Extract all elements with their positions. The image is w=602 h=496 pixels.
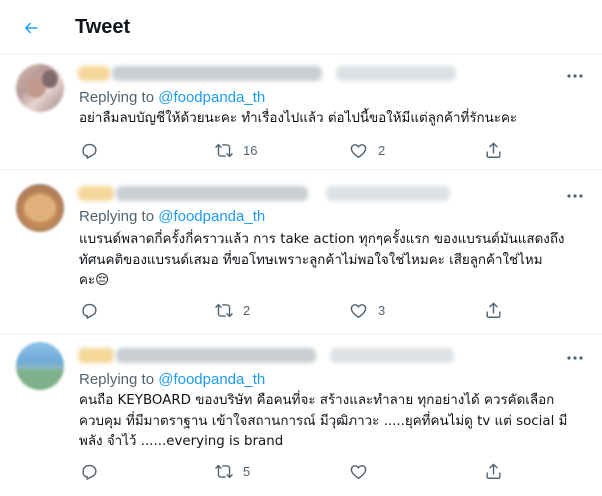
retweet-count: 5 — [243, 464, 251, 479]
replying-to: Replying to @foodpanda_th — [79, 371, 265, 388]
tweet-actions: 16 2 — [72, 140, 512, 162]
like-count: 2 — [378, 143, 386, 158]
more-icon — [567, 74, 583, 78]
replying-handle-link[interactable]: @foodpanda_th — [158, 208, 265, 225]
share-icon — [486, 142, 501, 158]
retweet-icon — [215, 303, 233, 318]
avatar[interactable] — [16, 184, 64, 232]
tweet-text: คนถือ KEYBOARD ของบริษัท คือคนที่จะ สร้า… — [79, 393, 568, 449]
retweet-count: 16 — [243, 143, 258, 158]
share-icon — [486, 302, 501, 318]
reply-icon — [82, 303, 97, 319]
like-icon — [350, 465, 367, 479]
more-options-button[interactable] — [562, 348, 588, 368]
replying-to: Replying to @foodpanda_th — [79, 89, 265, 106]
more-options-button[interactable] — [562, 66, 588, 86]
replying-prefix: Replying to — [79, 371, 159, 388]
tweet-actions: 5 — [72, 461, 512, 483]
more-icon — [567, 356, 583, 360]
avatar[interactable] — [16, 64, 64, 112]
avatar[interactable] — [16, 342, 64, 390]
tweet-reply[interactable]: Replying to @foodpanda_th แบรนด์พลาดกี่ค… — [0, 171, 602, 334]
retweet-icon — [215, 143, 233, 158]
replying-prefix: Replying to — [79, 89, 159, 106]
like-icon — [350, 304, 367, 318]
replying-handle-link[interactable]: @foodpanda_th — [158, 89, 265, 106]
arrow-left-icon — [25, 22, 38, 34]
tweet-reply[interactable]: Replying to @foodpanda_th คนถือ KEYBOARD… — [0, 335, 602, 496]
replying-handle-link[interactable]: @foodpanda_th — [158, 371, 265, 388]
replying-prefix: Replying to — [79, 208, 159, 225]
back-button[interactable] — [16, 13, 46, 43]
replying-to: Replying to @foodpanda_th — [79, 208, 265, 225]
more-options-button[interactable] — [562, 186, 588, 206]
share-icon — [486, 463, 501, 479]
tweet-reply[interactable]: Replying to @foodpanda_th อย่าลืมลบบัญชี… — [0, 55, 602, 170]
tweet-actions: 2 3 — [72, 300, 512, 322]
tweet-text: อย่าลืมลบบัญชีให้ด้วยนะคะ ทำเรื่องไปแล้ว… — [79, 111, 518, 126]
like-count: 3 — [378, 303, 386, 318]
retweet-icon — [215, 464, 233, 479]
reply-icon — [82, 143, 97, 159]
like-icon — [350, 144, 367, 158]
more-icon — [567, 194, 583, 198]
header-bar: Tweet — [0, 0, 602, 54]
reply-icon — [82, 464, 97, 480]
tweet-text: แบรนด์พลาดกี่ครั้งกี่คราวแล้ว การ take a… — [79, 232, 565, 288]
page-title: Tweet — [75, 16, 131, 38]
retweet-count: 2 — [243, 303, 251, 318]
